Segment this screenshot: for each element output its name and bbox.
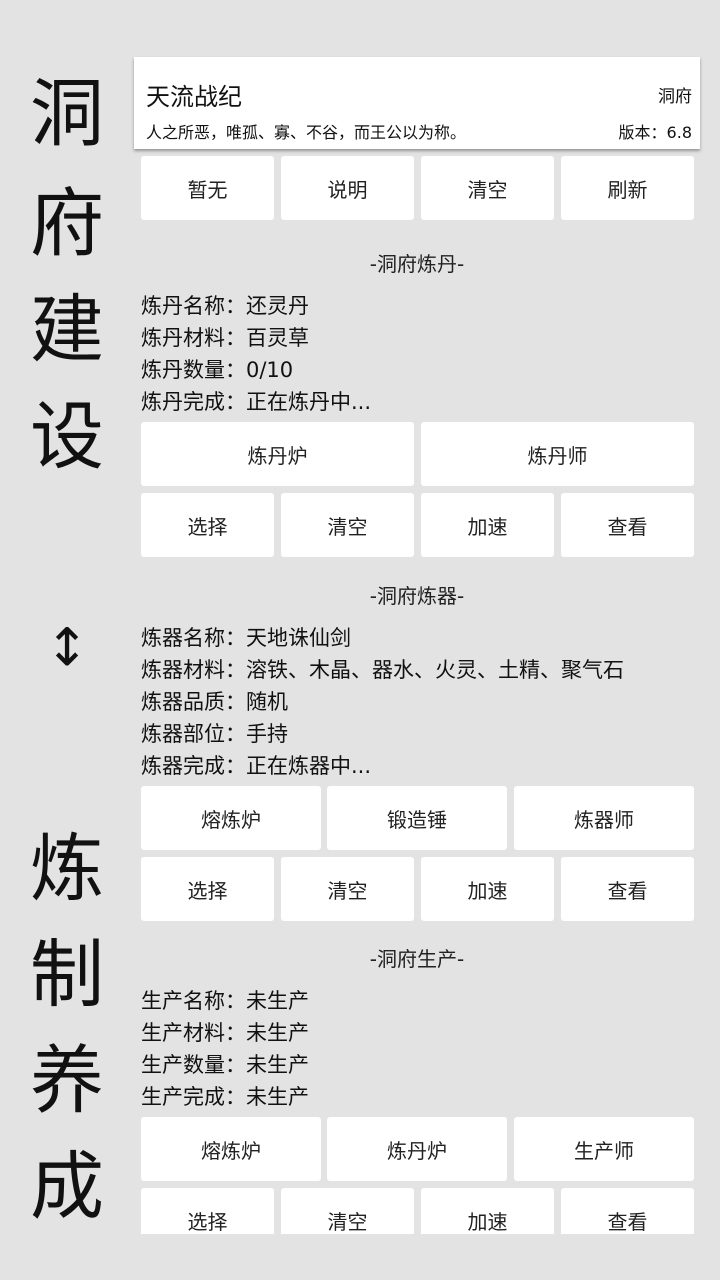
forger-button[interactable]: 炼器师 <box>514 786 694 850</box>
header-card: 天流战纪 洞府 人之所恶，唯孤、寡、不谷，而王公以为称。 版本：6.8 <box>134 57 700 149</box>
alchemy-view-button[interactable]: 查看 <box>561 493 694 557</box>
app-title: 天流战纪 <box>146 83 242 111</box>
side-char-cheng: 成 <box>30 1144 104 1230</box>
production-name: 生产名称：未生产 <box>141 989 309 1013</box>
production-smelting-furnace-button[interactable]: 熔炼炉 <box>141 1117 321 1181</box>
forging-select-button[interactable]: 选择 <box>141 857 274 921</box>
alchemy-furnace-button[interactable]: 炼丹炉 <box>141 422 414 486</box>
production-clear-button[interactable]: 清空 <box>281 1188 414 1234</box>
help-button[interactable]: 说明 <box>281 156 414 220</box>
alchemy-status: 炼丹完成：正在炼丹中... <box>141 390 372 414</box>
production-quantity: 生产数量：未生产 <box>141 1053 309 1077</box>
content-scroll[interactable]: 暂无 说明 清空 刷新 -洞府炼丹- 炼丹名称：还灵丹 炼丹材料：百灵草 炼丹数… <box>134 152 700 1234</box>
production-section-title: -洞府生产- <box>369 947 465 971</box>
alchemy-name: 炼丹名称：还灵丹 <box>141 294 309 318</box>
forging-quality: 炼器品质：随机 <box>141 690 288 714</box>
side-char-dong: 洞 <box>30 71 104 157</box>
alchemy-section-title: -洞府炼丹- <box>369 252 465 276</box>
side-char-yang: 养 <box>30 1038 104 1124</box>
location-tag: 洞府 <box>658 87 692 107</box>
forging-view-button[interactable]: 查看 <box>561 857 694 921</box>
forging-status: 炼器完成：正在炼器中... <box>141 754 372 778</box>
alchemy-clear-button[interactable]: 清空 <box>281 493 414 557</box>
version-label: 版本：6.8 <box>618 123 692 142</box>
side-char-zhi: 制 <box>30 932 104 1018</box>
none-button[interactable]: 暂无 <box>141 156 274 220</box>
swap-vertical-icon[interactable]: ↕ <box>0 622 134 674</box>
forging-info: 炼器名称：天地诛仙剑 炼器材料：溶铁、木晶、器水、火灵、土精、聚气石 炼器品质：… <box>141 622 624 782</box>
smelting-furnace-button[interactable]: 熔炼炉 <box>141 786 321 850</box>
side-char-fu: 府 <box>30 181 104 267</box>
forging-slot: 炼器部位：手持 <box>141 722 288 746</box>
alchemist-button[interactable]: 炼丹师 <box>421 422 694 486</box>
refresh-button[interactable]: 刷新 <box>561 156 694 220</box>
alchemy-select-button[interactable]: 选择 <box>141 493 274 557</box>
motto-text: 人之所恶，唯孤、寡、不谷，而王公以为称。 <box>146 123 467 142</box>
side-char-she: 设 <box>30 394 104 480</box>
production-view-button[interactable]: 查看 <box>561 1188 694 1234</box>
alchemy-material: 炼丹材料：百灵草 <box>141 326 309 350</box>
producer-button[interactable]: 生产师 <box>514 1117 694 1181</box>
production-speedup-button[interactable]: 加速 <box>421 1188 554 1234</box>
clear-all-button[interactable]: 清空 <box>421 156 554 220</box>
forging-clear-button[interactable]: 清空 <box>281 857 414 921</box>
forge-hammer-button[interactable]: 锻造锤 <box>327 786 507 850</box>
alchemy-speedup-button[interactable]: 加速 <box>421 493 554 557</box>
side-char-lian: 炼 <box>30 826 104 912</box>
production-info: 生产名称：未生产 生产材料：未生产 生产数量：未生产 生产完成：未生产 <box>141 985 309 1113</box>
production-status: 生产完成：未生产 <box>141 1085 309 1109</box>
forging-section-title: -洞府炼器- <box>369 584 465 608</box>
forging-speedup-button[interactable]: 加速 <box>421 857 554 921</box>
forging-name: 炼器名称：天地诛仙剑 <box>141 626 351 650</box>
alchemy-quantity: 炼丹数量：0/10 <box>141 358 294 382</box>
production-select-button[interactable]: 选择 <box>141 1188 274 1234</box>
forging-material: 炼器材料：溶铁、木晶、器水、火灵、土精、聚气石 <box>141 658 624 682</box>
side-char-jian: 建 <box>30 287 104 373</box>
production-alchemy-furnace-button[interactable]: 炼丹炉 <box>327 1117 507 1181</box>
production-material: 生产材料：未生产 <box>141 1021 309 1045</box>
alchemy-info: 炼丹名称：还灵丹 炼丹材料：百灵草 炼丹数量：0/10 炼丹完成：正在炼丹中..… <box>141 290 371 418</box>
